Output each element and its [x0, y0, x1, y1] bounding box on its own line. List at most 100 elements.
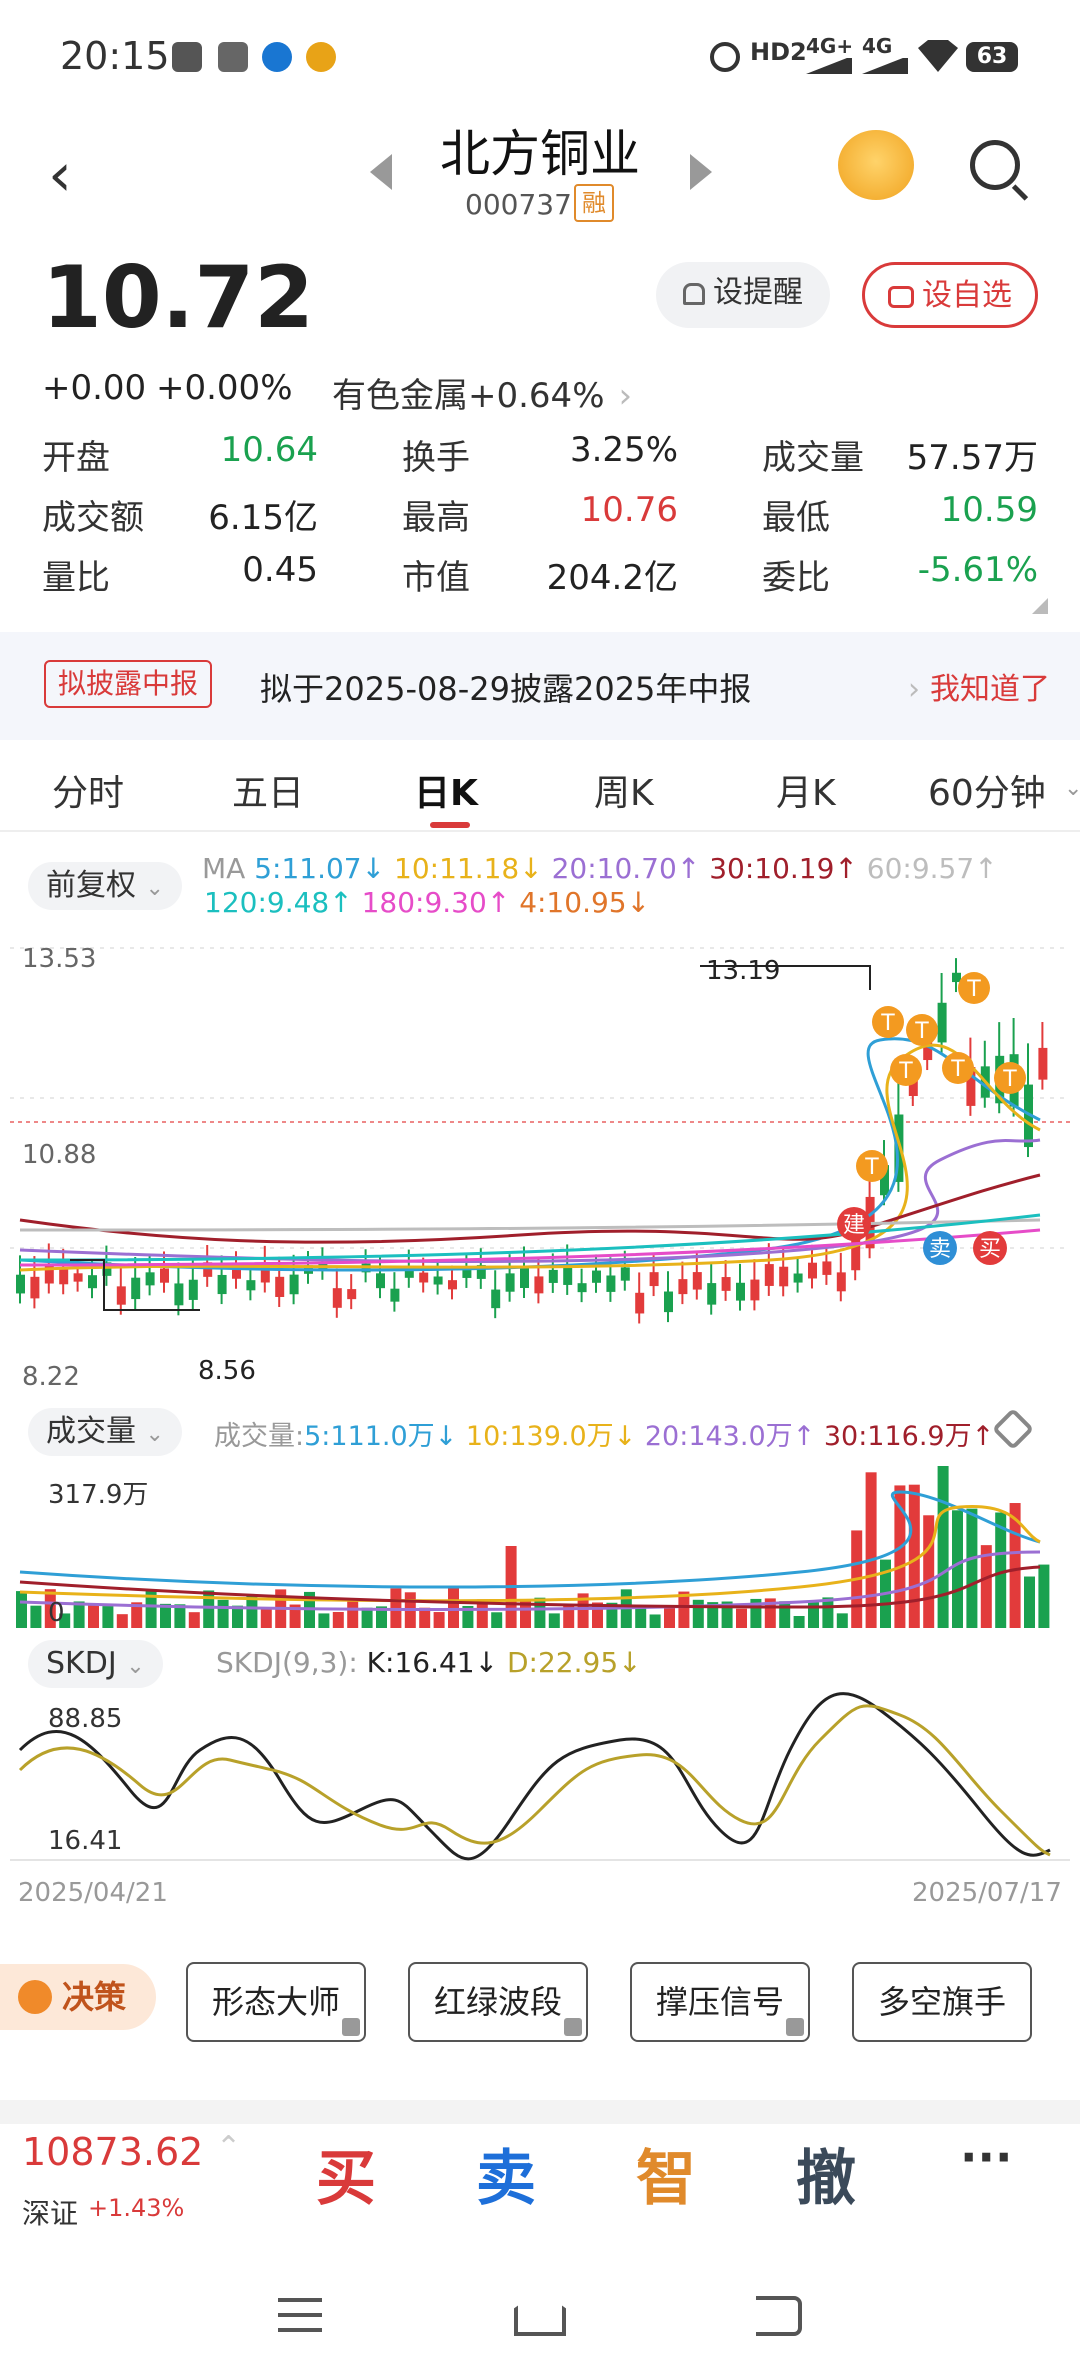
volume-chart[interactable]	[0, 1462, 1080, 1634]
volume-bar	[318, 1613, 330, 1628]
support-resistance-button[interactable]: 撑压信号	[630, 1962, 810, 2042]
expand-corner-icon[interactable]	[1032, 598, 1048, 614]
bull-bear-button[interactable]: 多空旗手	[852, 1962, 1032, 2042]
date-start-label: 2025/04/21	[18, 1878, 168, 1908]
tab-intraday[interactable]: 分时	[52, 764, 124, 816]
volume-dropdown[interactable]: 成交量 ⌄	[28, 1408, 182, 1456]
volume-bar	[260, 1609, 272, 1628]
volume-title: 成交量	[46, 1414, 136, 1449]
wifi-icon	[918, 40, 958, 72]
volume-bar	[923, 1515, 935, 1628]
chevron-down-icon[interactable]: ⌄	[1064, 776, 1080, 801]
volume-bar	[217, 1599, 229, 1628]
battery-icon: 63	[966, 42, 1018, 72]
volume-bar	[793, 1615, 805, 1628]
set-alert-button[interactable]: 设提醒	[656, 262, 830, 328]
add-watchlist-label: 设自选	[922, 278, 1012, 313]
mascot-icon[interactable]	[838, 130, 914, 200]
stat-value: 10.59	[940, 490, 1038, 530]
tab-monthly-k[interactable]: 月K	[776, 764, 836, 816]
candle-body	[606, 1275, 616, 1292]
skdj-k-line	[18, 1692, 1051, 1861]
next-stock-icon[interactable]	[690, 154, 712, 190]
volume-bar	[534, 1597, 546, 1628]
trade-bar	[0, 2100, 1080, 2260]
chevron-down-icon: ⌄	[145, 876, 164, 901]
kline-chart[interactable]: T TT TTTT建卖买	[0, 930, 1080, 1390]
decision-button[interactable]: 决策	[0, 1964, 156, 2030]
margin-badge: 融	[574, 184, 614, 222]
home-icon[interactable]	[514, 2290, 566, 2336]
stat-value: 3.25%	[569, 430, 678, 470]
vol-ma-10: 10:139.0万↓	[465, 1421, 637, 1452]
more-button[interactable]: ···	[960, 2130, 1012, 2184]
candle-body	[692, 1272, 702, 1290]
vol-ma-5: 5:111.0万↓	[304, 1421, 458, 1452]
candle-body	[16, 1274, 25, 1294]
chevron-right-icon: ›	[908, 672, 920, 707]
candle-body	[635, 1292, 645, 1314]
ma-legend-row-1: MA 5:11.07↓ 10:11.18↓ 20:10.70↑ 30:10.19…	[202, 852, 998, 885]
candle-body	[88, 1275, 97, 1289]
status-bar: 20:15 HD2 4G+ 4G 63	[0, 0, 1080, 110]
settings-gear-icon[interactable]	[991, 1407, 1035, 1451]
t-mark-label: T	[864, 1155, 879, 1180]
adjust-label: 前复权	[46, 868, 136, 903]
chevron-down-icon: ⌄	[145, 1422, 164, 1447]
ma-4: 4:10.95↓	[519, 886, 651, 919]
pattern-master-button[interactable]: 形态大师	[186, 1962, 366, 2042]
stock-name: 北方铜业	[440, 125, 640, 183]
tab-60-minute[interactable]: 60分钟	[928, 764, 1046, 816]
dismiss-notice-button[interactable]: › 我知道了	[908, 664, 1050, 708]
candle-body	[145, 1272, 155, 1286]
disclosure-notice: 拟披露中报 拟于2025-08-29披露2025年中报 › 我知道了	[0, 632, 1080, 740]
candle-body	[217, 1274, 227, 1295]
stat-value: -5.61%	[917, 550, 1038, 590]
back-nav-icon[interactable]	[756, 2296, 802, 2336]
tab-daily-k[interactable]: 日K	[414, 764, 478, 816]
chevron-up-icon[interactable]: ⌃	[216, 2130, 241, 2165]
volume-bar	[736, 1608, 747, 1628]
t-mark-label: T	[966, 977, 981, 1002]
volume-bar	[30, 1605, 42, 1628]
search-icon[interactable]	[970, 140, 1020, 190]
tab-five-day[interactable]: 五日	[232, 764, 304, 816]
stat-value: 204.2亿	[546, 558, 678, 598]
tab-weekly-k[interactable]: 周K	[594, 764, 654, 816]
adjust-dropdown[interactable]: 前复权 ⌄	[28, 862, 182, 910]
cancel-order-button[interactable]: 撤	[796, 2130, 856, 2217]
volume-max-label: 317.9万	[48, 1480, 149, 1510]
stat-value: 10.64	[220, 430, 318, 470]
menu-icon[interactable]	[278, 2298, 322, 2332]
stat-label: 委比	[762, 558, 830, 598]
smart-trade-button[interactable]: 智	[636, 2130, 696, 2217]
candle-body	[505, 1273, 515, 1292]
candle-body	[433, 1276, 443, 1285]
candle-body	[275, 1276, 285, 1297]
current-price: 10.72	[42, 248, 315, 348]
indicator-dropdown[interactable]: SKDJ ⌄	[28, 1640, 163, 1688]
candle-body	[836, 1272, 846, 1292]
skdj-chart[interactable]	[0, 1690, 1080, 1870]
candle-body	[620, 1267, 630, 1281]
volume-bar	[188, 1612, 200, 1628]
add-watchlist-button[interactable]: 设自选	[862, 262, 1038, 328]
candle-body	[808, 1262, 817, 1279]
status-time: 20:15	[60, 34, 170, 78]
index-value[interactable]: 10873.62	[22, 2130, 203, 2174]
signal-a-label: 4G+	[806, 34, 854, 58]
lock-icon	[342, 2018, 360, 2036]
stat-label: 市值	[402, 558, 470, 598]
candle-body	[160, 1268, 169, 1283]
send-notification-icon	[218, 42, 248, 72]
period-tabs: 分时 五日 日K 周K 月K 60分钟 ⌄	[0, 742, 1080, 832]
stock-code: 000737	[465, 188, 572, 221]
volume-ma-lines	[19, 1490, 1041, 1611]
candle-body	[30, 1276, 40, 1299]
red-green-band-button[interactable]: 红绿波段	[408, 1962, 588, 2042]
candle-body	[188, 1279, 198, 1300]
buy-button[interactable]: 买	[316, 2130, 376, 2217]
sector-link[interactable]: 有色金属+0.64% ›	[332, 368, 632, 417]
sell-button[interactable]: 卖	[476, 2130, 536, 2217]
candle-body	[649, 1272, 659, 1287]
